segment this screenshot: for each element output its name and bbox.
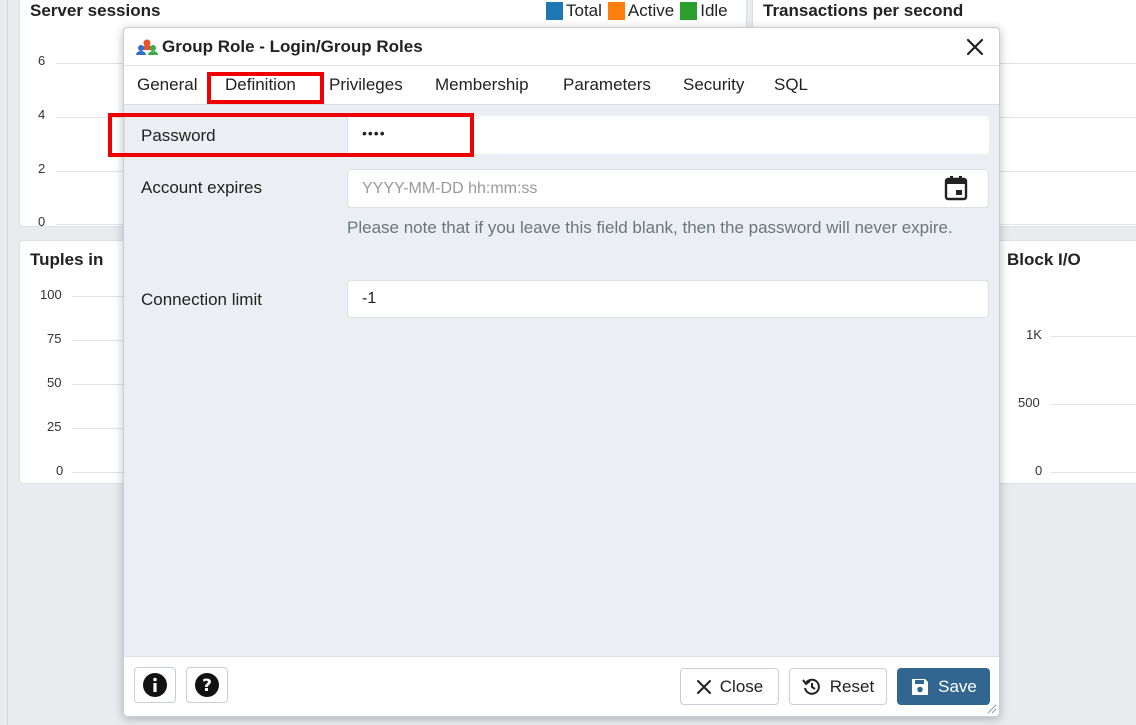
tab-general[interactable]: General — [137, 75, 197, 95]
legend-swatch-idle — [680, 2, 698, 20]
panel-title: Server sessions — [30, 1, 161, 20]
gridline — [999, 171, 1136, 172]
reset-button[interactable]: Reset — [789, 668, 887, 705]
help-icon: ? — [195, 673, 219, 697]
panel-title: Transactions per second — [763, 1, 964, 20]
account-expires-input[interactable]: YYYY-MM-DD hh:mm:ss — [347, 169, 989, 208]
connection-limit-input[interactable]: -1 — [347, 280, 989, 318]
close-button-label: Close — [719, 676, 764, 696]
dialog-footer: ? Close Reset Save — [124, 656, 999, 716]
gridline — [56, 63, 126, 64]
calendar-icon[interactable] — [944, 175, 968, 201]
left-edge — [0, 0, 8, 725]
group-role-icon — [136, 39, 158, 55]
y-tick: 4 — [38, 107, 46, 122]
reset-button-label: Reset — [829, 676, 875, 696]
y-tick: 2 — [38, 161, 46, 176]
y-tick: 0 — [1035, 463, 1043, 478]
close-icon — [696, 679, 711, 694]
close-icon[interactable] — [963, 35, 987, 59]
resize-handle-icon[interactable] — [987, 704, 997, 714]
block-io-panel: Block I/O 1K 500 0 — [996, 240, 1136, 484]
chart-legend: Total Active Idle — [540, 1, 728, 21]
gridline — [999, 224, 1136, 225]
tab-security[interactable]: Security — [683, 75, 744, 95]
y-tick: 100 — [40, 287, 62, 302]
dialog-title: Group Role - Login/Group Roles — [162, 37, 423, 56]
gridline — [999, 63, 1136, 64]
reset-icon — [801, 678, 820, 695]
tab-parameters[interactable]: Parameters — [563, 75, 651, 95]
definition-tab-highlight — [207, 72, 324, 104]
gridline — [1051, 336, 1136, 337]
y-tick: 1K — [1026, 327, 1042, 342]
legend-label-idle: Idle — [700, 1, 728, 20]
y-tick: 6 — [38, 53, 46, 68]
panel-title: Block I/O — [1007, 250, 1081, 269]
gridline — [1051, 404, 1136, 405]
legend-swatch-total — [546, 2, 563, 20]
legend-label-active: Active — [627, 1, 675, 20]
info-icon — [143, 673, 167, 697]
gridline — [56, 171, 126, 172]
account-expires-label: Account expires — [141, 178, 262, 197]
svg-text:?: ? — [202, 676, 212, 696]
info-button[interactable] — [134, 667, 176, 703]
save-button[interactable]: Save — [897, 668, 990, 705]
legend-swatch-active — [607, 2, 625, 20]
tab-membership[interactable]: Membership — [435, 75, 529, 95]
password-row-highlight — [108, 113, 474, 157]
gridline — [56, 224, 126, 225]
tab-privileges[interactable]: Privileges — [329, 75, 403, 95]
y-tick: 0 — [38, 214, 46, 229]
save-icon — [912, 678, 929, 695]
help-button[interactable]: ? — [186, 667, 228, 703]
tab-sql[interactable]: SQL — [774, 75, 808, 95]
y-tick: 25 — [47, 419, 62, 434]
y-tick: 0 — [56, 463, 64, 478]
account-expires-help: Please note that if you leave this field… — [347, 218, 953, 237]
save-button-label: Save — [938, 676, 977, 696]
connection-limit-label: Connection limit — [141, 290, 262, 309]
y-tick: 75 — [47, 331, 62, 346]
legend-label-total: Total — [566, 1, 602, 20]
close-button[interactable]: Close — [680, 668, 779, 705]
y-tick: 500 — [1018, 395, 1040, 410]
gridline — [999, 117, 1136, 118]
y-tick: 50 — [47, 375, 62, 390]
gridline — [1051, 472, 1136, 473]
dialog-header[interactable]: Group Role - Login/Group Roles — [124, 28, 999, 66]
panel-title: Tuples in — [30, 250, 104, 269]
